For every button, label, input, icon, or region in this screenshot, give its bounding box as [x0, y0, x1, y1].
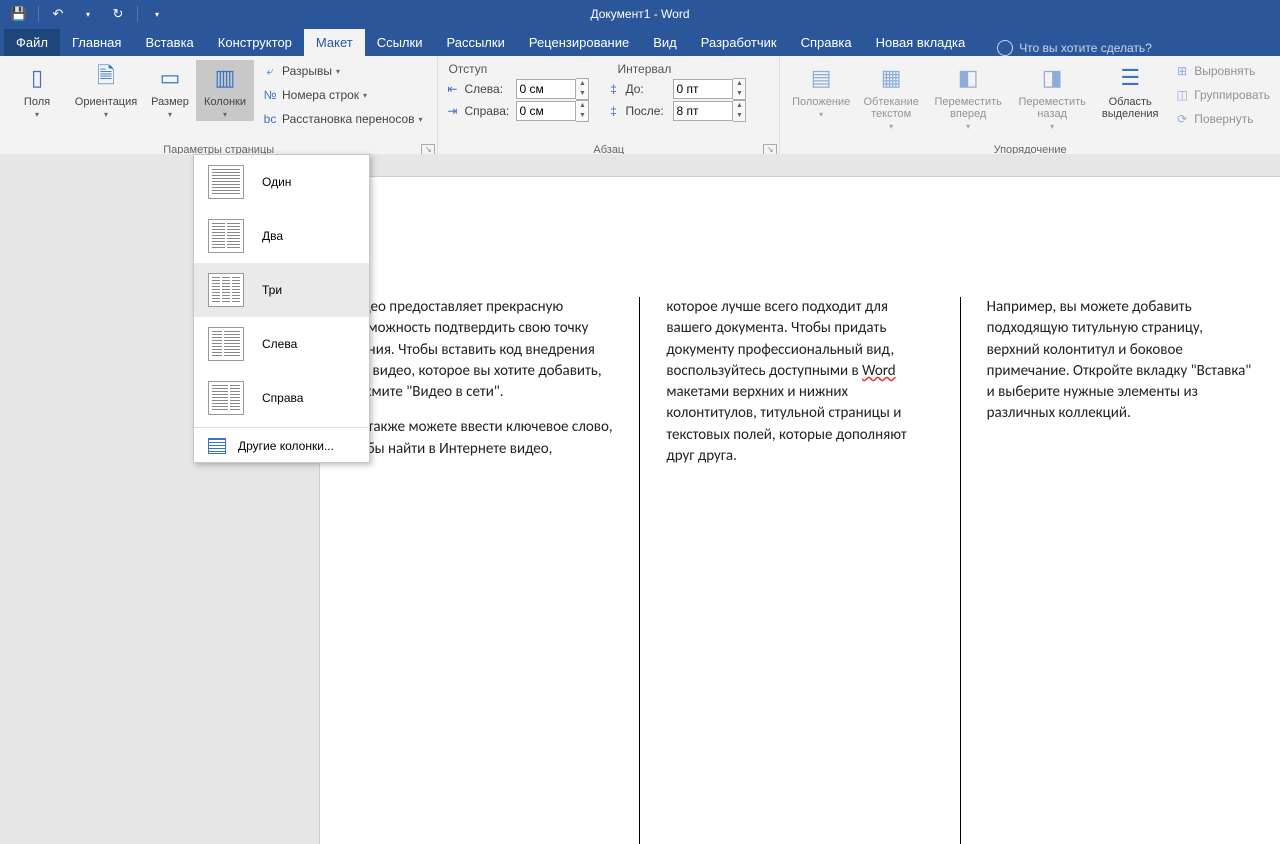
qat-customize[interactable]: ▾: [144, 2, 170, 26]
tab-insert[interactable]: Вставка: [133, 29, 205, 56]
align-button[interactable]: ⊞Выровнять: [1170, 60, 1274, 82]
tab-review[interactable]: Рецензирование: [517, 29, 641, 56]
three-column-icon: [208, 273, 244, 307]
bulb-icon: [997, 40, 1013, 56]
more-columns-icon: [208, 438, 226, 454]
margins-button[interactable]: ▯Поля▾: [6, 60, 68, 121]
separator: [194, 427, 369, 428]
paragraph: которое лучше всего подходит для вашего …: [666, 297, 933, 467]
line-numbers-button[interactable]: №Номера строк▾: [258, 84, 427, 106]
breaks-button[interactable]: ⤶Разрывы▾: [258, 60, 427, 82]
hyphenation-icon: bc: [262, 111, 278, 127]
columns-option-left[interactable]: Слева: [194, 317, 369, 371]
redo-button[interactable]: ↻: [105, 2, 131, 26]
tab-view[interactable]: Вид: [641, 29, 689, 56]
title-bar: 💾 ↶ ▾ ↻ ▾ Документ1 - Word: [0, 0, 1280, 28]
indent-right-input[interactable]: ▲▼: [516, 100, 589, 122]
right-column-icon: [208, 381, 244, 415]
wrap-icon: ▦: [875, 62, 907, 94]
columns-dropdown: Один Два Три Слева Справа Другие колонки…: [193, 154, 370, 463]
forward-icon: ◧: [952, 62, 984, 94]
indent-left-icon: ⇤: [444, 81, 460, 97]
spellcheck-word[interactable]: Word: [862, 362, 896, 380]
indent-right-icon: ⇥: [444, 103, 460, 119]
tab-mailings[interactable]: Рассылки: [434, 29, 516, 56]
group-button[interactable]: ◫Группировать: [1170, 84, 1274, 106]
tell-me-search[interactable]: Что вы хотите сделать?: [997, 40, 1152, 56]
rotate-icon: ⟳: [1174, 111, 1190, 127]
workspace: Видео предоставляет прекрасную возможнос…: [0, 154, 1280, 724]
hyphenation-button[interactable]: bcРасстановка переносов▾: [258, 108, 427, 130]
paragraph: Например, вы можете добавить подходящую …: [987, 297, 1254, 425]
save-button[interactable]: 💾: [6, 2, 32, 26]
orientation-button[interactable]: 🗎Ориентация▾: [68, 60, 144, 121]
spacing-label: Интервал: [613, 60, 671, 78]
line-numbers-icon: №: [262, 87, 278, 103]
selection-icon: ☰: [1114, 62, 1146, 94]
one-column-icon: [208, 165, 244, 199]
quick-access-toolbar: 💾 ↶ ▾ ↻ ▾: [0, 2, 170, 26]
group-arrange: ▤Положение▾ ▦Обтекание текстом▾ ◧Перемес…: [780, 56, 1280, 160]
tab-references[interactable]: Ссылки: [365, 29, 435, 56]
orientation-icon: 🗎: [90, 62, 122, 94]
separator: [137, 6, 138, 22]
text-column-2: которое лучше всего подходит для вашего …: [639, 297, 959, 844]
position-button[interactable]: ▤Положение▾: [786, 60, 856, 121]
tab-home[interactable]: Главная: [60, 29, 133, 56]
group-icon: ◫: [1174, 87, 1190, 103]
separator: [38, 6, 39, 22]
columns-option-one[interactable]: Один: [194, 155, 369, 209]
document-page[interactable]: Видео предоставляет прекрасную возможнос…: [320, 177, 1280, 844]
left-column-icon: [208, 327, 244, 361]
left-label: Слева:: [464, 82, 512, 96]
tab-layout[interactable]: Макет: [304, 29, 365, 56]
margins-icon: ▯: [21, 62, 53, 94]
undo-button[interactable]: ↶: [45, 2, 71, 26]
ribbon-tabs: Файл Главная Вставка Конструктор Макет С…: [0, 28, 1280, 56]
spacing-after-icon: ‡: [605, 103, 621, 119]
size-icon: ▭: [154, 62, 186, 94]
indent-left-input[interactable]: ▲▼: [516, 78, 589, 100]
indent-label: Отступ: [444, 60, 613, 78]
two-column-icon: [208, 219, 244, 253]
backward-icon: ◨: [1036, 62, 1068, 94]
tab-design[interactable]: Конструктор: [206, 29, 304, 56]
tab-file[interactable]: Файл: [4, 29, 60, 56]
tell-me-placeholder: Что вы хотите сделать?: [1019, 41, 1152, 55]
spacing-before-input[interactable]: ▲▼: [673, 78, 746, 100]
group-page-setup: ▯Поля▾ 🗎Ориентация▾ ▭Размер▾ ▥Колонки▾ ⤶…: [0, 56, 438, 160]
before-label: До:: [625, 82, 669, 96]
document-title: Документ1 - Word: [590, 7, 689, 21]
group-paragraph: ОтступИнтервал ⇤ Слева: ▲▼ ‡ До: ▲▼ ⇥ Справ…: [438, 56, 780, 160]
columns-icon: ▥: [209, 62, 241, 94]
columns-option-two[interactable]: Два: [194, 209, 369, 263]
spacing-before-icon: ‡: [605, 81, 621, 97]
rotate-button[interactable]: ⟳Повернуть: [1170, 108, 1274, 130]
size-button[interactable]: ▭Размер▾: [144, 60, 196, 121]
text-column-3: Например, вы можете добавить подходящую …: [960, 297, 1280, 844]
spacing-after-input[interactable]: ▲▼: [673, 100, 746, 122]
paragraph: Видео предоставляет прекрасную возможнос…: [346, 297, 613, 403]
breaks-icon: ⤶: [262, 63, 278, 79]
selection-pane-button[interactable]: ☰Область выделения: [1094, 60, 1166, 122]
tab-new[interactable]: Новая вкладка: [864, 29, 978, 56]
undo-dropdown[interactable]: ▾: [75, 2, 101, 26]
wrap-text-button[interactable]: ▦Обтекание текстом▾: [856, 60, 926, 133]
after-label: После:: [625, 104, 669, 118]
right-label: Справа:: [464, 104, 512, 118]
columns-option-three[interactable]: Три: [194, 263, 369, 317]
tab-developer[interactable]: Разработчик: [689, 29, 789, 56]
tab-help[interactable]: Справка: [789, 29, 864, 56]
position-icon: ▤: [805, 62, 837, 94]
columns-button[interactable]: ▥Колонки▾: [196, 60, 254, 121]
ribbon: ▯Поля▾ 🗎Ориентация▾ ▭Размер▾ ▥Колонки▾ ⤶…: [0, 56, 1280, 155]
columns-option-right[interactable]: Справа: [194, 371, 369, 425]
align-icon: ⊞: [1174, 63, 1190, 79]
paragraph: Вы также можете ввести ключевое слово, ч…: [346, 417, 613, 460]
columns-option-more[interactable]: Другие колонки...: [194, 430, 369, 462]
bring-forward-button[interactable]: ◧Переместить вперед▾: [926, 60, 1010, 133]
send-backward-button[interactable]: ◨Переместить назад▾: [1010, 60, 1094, 133]
